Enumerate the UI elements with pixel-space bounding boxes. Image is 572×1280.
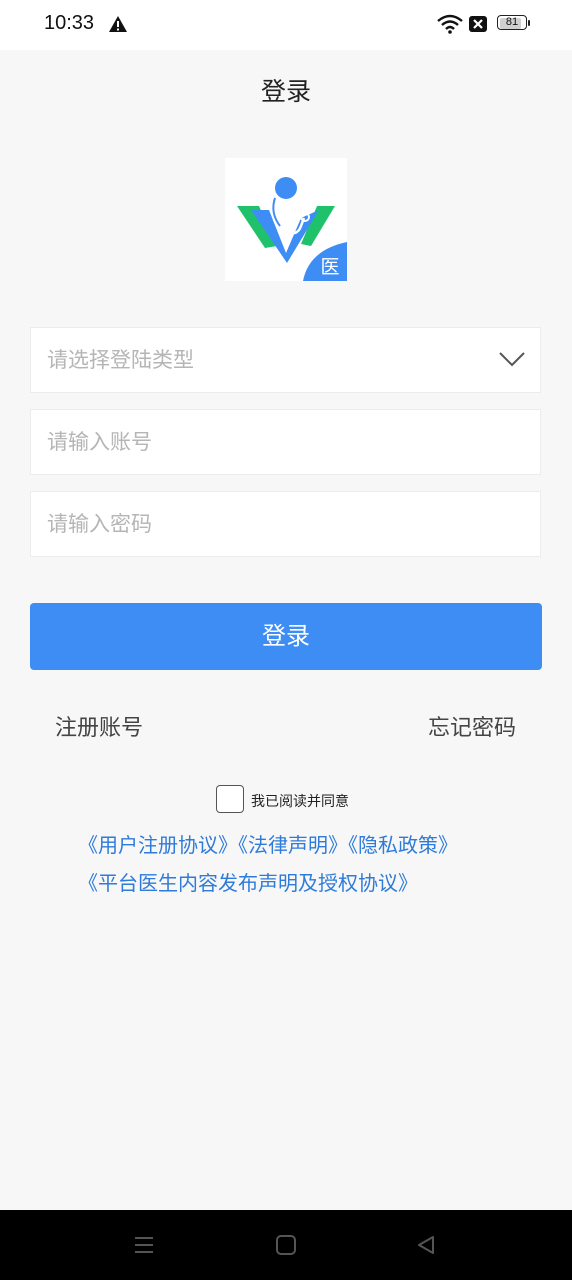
page-title: 登录 bbox=[260, 77, 311, 106]
legal-statement-link[interactable]: 《法律声明》 bbox=[238, 833, 348, 857]
status-time: 10:33 bbox=[44, 12, 95, 34]
privacy-policy-link[interactable]: 《隐私政策》 bbox=[348, 833, 458, 857]
app-logo: 医 bbox=[225, 158, 347, 281]
back-icon[interactable] bbox=[415, 1234, 437, 1256]
login-type-select[interactable]: 请选择登陆类型 bbox=[30, 327, 541, 393]
agreement-checkbox[interactable] bbox=[216, 785, 244, 813]
battery-level: 81 bbox=[505, 16, 519, 28]
warning-icon bbox=[109, 16, 127, 32]
home-icon[interactable] bbox=[275, 1234, 297, 1256]
logo-badge-text: 医 bbox=[320, 256, 339, 278]
password-input[interactable] bbox=[31, 492, 540, 556]
forgot-password-link[interactable]: 忘记密码 bbox=[428, 710, 516, 742]
system-nav-bar bbox=[0, 1210, 572, 1280]
account-input[interactable] bbox=[31, 410, 540, 474]
wifi-icon bbox=[437, 14, 463, 34]
login-type-placeholder: 请选择登陆类型 bbox=[47, 348, 194, 372]
policy-links-line-1: 《用户注册协议》《法律声明》《隐私政策》 bbox=[78, 829, 458, 858]
user-agreement-link[interactable]: 《用户注册协议》 bbox=[78, 833, 238, 857]
chevron-down-icon bbox=[499, 352, 525, 367]
login-button[interactable]: 登录 bbox=[30, 603, 542, 670]
sim-blocked-icon bbox=[469, 16, 487, 32]
battery-icon: 81 bbox=[497, 15, 530, 32]
status-bar: 10:33 81 bbox=[0, 0, 572, 50]
register-link[interactable]: 注册账号 bbox=[55, 710, 143, 742]
password-field-container bbox=[30, 491, 541, 557]
menu-icon[interactable] bbox=[133, 1234, 155, 1256]
account-field-container bbox=[30, 409, 541, 475]
agreement-label: 我已阅读并同意 bbox=[251, 794, 349, 810]
policy-links-line-2: 《平台医生内容发布声明及授权协议》 bbox=[78, 867, 418, 896]
content-authorization-link[interactable]: 《平台医生内容发布声明及授权协议》 bbox=[78, 871, 418, 895]
